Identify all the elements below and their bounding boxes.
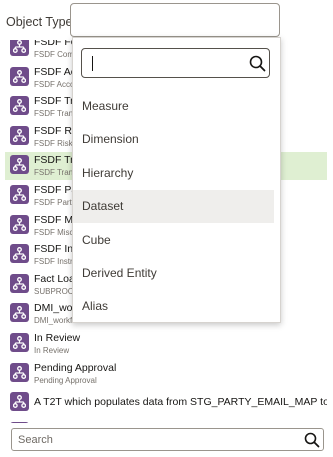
list-item[interactable]: Pending Approval Pending Approval: [5, 360, 327, 388]
list-item-title: In Review: [34, 332, 81, 344]
text-cursor: [92, 56, 93, 71]
process-flow-icon: [10, 303, 29, 323]
object-types-label: Object Types: [6, 15, 79, 29]
search-field[interactable]: [11, 428, 324, 451]
list-item-title: Pending Approval: [34, 361, 117, 374]
process-flow-icon: [10, 96, 29, 116]
process-flow-icon: [10, 421, 29, 423]
search-icon[interactable]: [249, 55, 266, 72]
dropdown-search-input[interactable]: [92, 55, 242, 73]
list-item-subtitle: FSDF Misc: [34, 227, 74, 237]
dropdown-option-measure[interactable]: Measure: [73, 90, 274, 123]
list-item[interactable]: In Review In Review: [5, 330, 327, 358]
process-flow-icon: [10, 333, 29, 352]
dropdown-option-derived-entity[interactable]: Derived Entity: [73, 257, 274, 290]
process-flow-icon: [10, 185, 29, 204]
process-flow-icon: [10, 125, 29, 145]
list-item-subtitle: SUBPROC: [34, 286, 74, 296]
process-flow-icon: [10, 273, 29, 293]
list-item-subtitle: Pending Approval: [34, 375, 97, 385]
dropdown-search-field[interactable]: [81, 48, 270, 78]
list-item-subtitle: FSDF Risk: [34, 138, 73, 148]
process-flow-icon: [10, 244, 29, 264]
dropdown-option-dimension[interactable]: Dimension: [73, 123, 274, 156]
object-browser-panel: Object Types FSDF Fo... FSDF Comm... FSDF …: [0, 0, 333, 457]
process-flow-icon: [10, 66, 29, 86]
process-flow-icon: [10, 40, 29, 56]
process-flow-icon: [10, 392, 29, 412]
process-flow-icon: [10, 155, 29, 175]
search-input[interactable]: [18, 432, 298, 448]
list-item-subtitle: In Review: [34, 346, 70, 355]
process-flow-icon: [10, 214, 29, 234]
object-types-dropdown: Measure Dimension Hierarchy Dataset Cube Deri…: [72, 37, 281, 323]
list-item-subtitle: FSDF Instr: [34, 257, 73, 267]
list-item-title: A T2T which populates data from STG_PART…: [34, 396, 327, 409]
list-item[interactable]: A T2T which populates data from STG_PART…: [5, 419, 327, 423]
dropdown-option-cube[interactable]: Cube: [73, 224, 274, 257]
dropdown-option-dataset[interactable]: Dataset: [73, 190, 274, 224]
search-icon[interactable]: [304, 432, 320, 448]
process-flow-icon: [10, 362, 29, 382]
list-item[interactable]: A T2T which populates data from STG_PART…: [5, 389, 327, 417]
object-types-select[interactable]: [70, 3, 280, 37]
dropdown-option-hierarchy[interactable]: Hierarchy: [73, 157, 274, 190]
dropdown-option-alias[interactable]: Alias: [73, 290, 274, 323]
list-item-subtitle: FSDF Party: [34, 198, 76, 207]
